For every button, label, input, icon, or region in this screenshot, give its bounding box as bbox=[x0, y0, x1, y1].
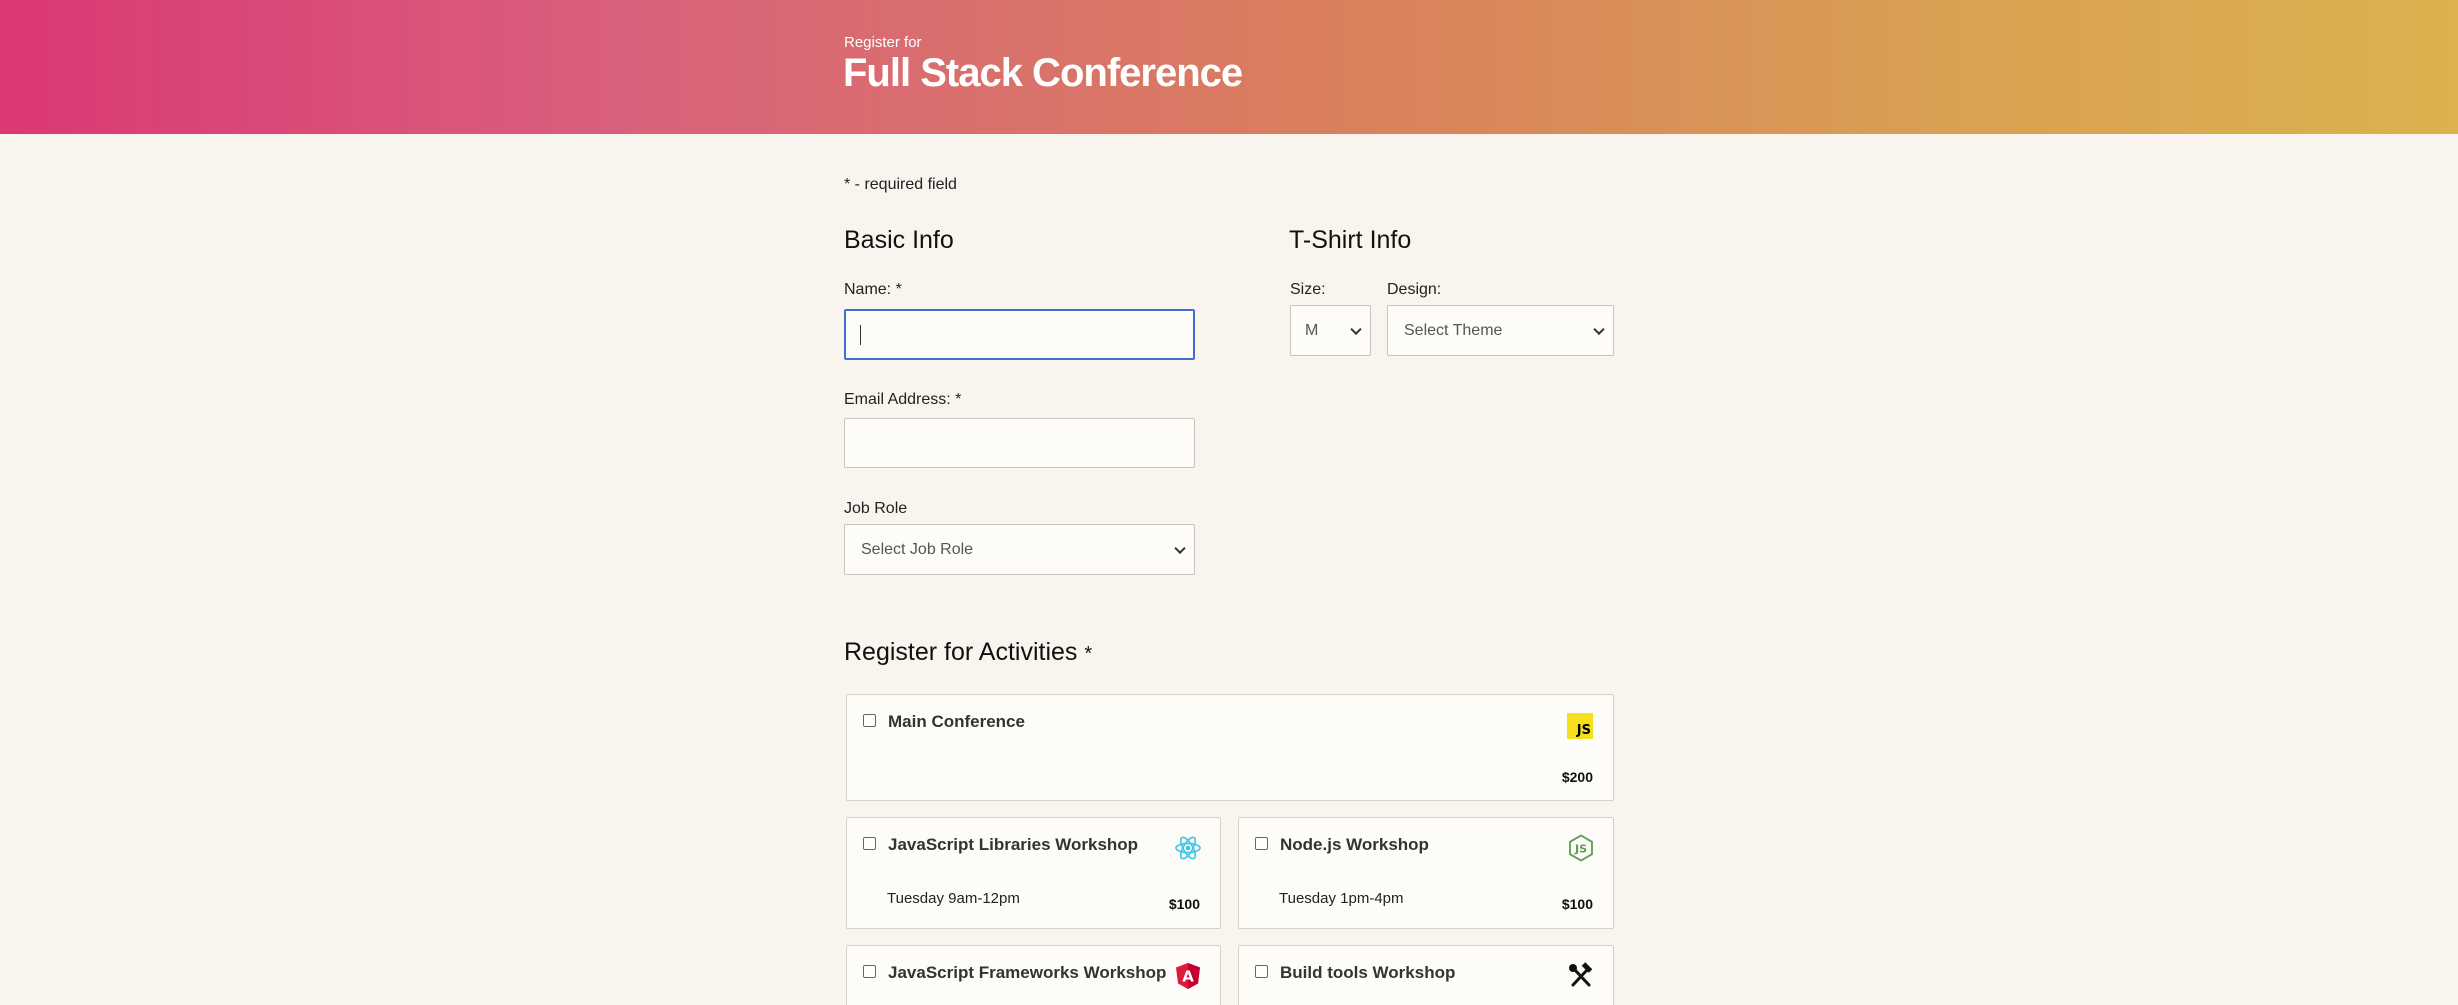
page-header: Register for Full Stack Conference bbox=[0, 0, 2458, 134]
activity-card-js-frameworks[interactable]: JavaScript Frameworks Workshop A bbox=[846, 945, 1221, 1005]
name-label: Name: * bbox=[844, 281, 902, 298]
email-label: Email Address: * bbox=[844, 391, 962, 408]
activities-heading: Register for Activities * bbox=[844, 638, 1092, 667]
header-pretitle: Register for bbox=[844, 34, 922, 51]
activity-checkbox[interactable] bbox=[863, 965, 876, 978]
activity-card-js-libraries[interactable]: JavaScript Libraries Workshop Tuesday 9a… bbox=[846, 817, 1221, 929]
basic-info-heading: Basic Info bbox=[844, 226, 954, 254]
activity-name: Node.js Workshop bbox=[1280, 835, 1429, 854]
js-icon: JS bbox=[1567, 713, 1593, 739]
tshirt-info-heading: T-Shirt Info bbox=[1289, 226, 1412, 254]
design-selected: Select Theme bbox=[1404, 321, 1503, 339]
required-mark: * bbox=[1084, 643, 1093, 665]
activity-name: JavaScript Libraries Workshop bbox=[888, 835, 1139, 854]
react-icon bbox=[1175, 836, 1201, 860]
chevron-down-icon bbox=[1350, 323, 1362, 335]
activity-card-nodejs[interactable]: Node.js Workshop JS Tuesday 1pm-4pm $100 bbox=[1238, 817, 1614, 929]
required-note: * - required field bbox=[844, 176, 957, 193]
chevron-down-icon bbox=[1174, 542, 1186, 554]
activity-price: $100 bbox=[1168, 896, 1200, 912]
angular-icon: A bbox=[1176, 963, 1200, 989]
page-title: Full Stack Conference bbox=[843, 51, 1243, 95]
email-input[interactable] bbox=[844, 418, 1195, 468]
text-caret bbox=[860, 325, 861, 345]
activity-card-build-tools[interactable]: Build tools Workshop bbox=[1238, 945, 1614, 1005]
size-label: Size: bbox=[1290, 281, 1326, 298]
activity-checkbox[interactable] bbox=[1255, 965, 1268, 978]
job-role-selected: Select Job Role bbox=[861, 540, 974, 558]
activity-card-main-conference[interactable]: Main Conference JS $200 bbox=[846, 694, 1614, 801]
activity-price: $200 bbox=[1561, 769, 1593, 785]
design-label: Design: bbox=[1387, 281, 1442, 298]
name-input[interactable] bbox=[844, 309, 1195, 360]
job-role-label: Job Role bbox=[844, 500, 908, 517]
size-selected: M bbox=[1305, 321, 1319, 339]
design-select[interactable]: Select Theme bbox=[1387, 305, 1614, 356]
activity-price: $100 bbox=[1561, 896, 1593, 912]
activity-name: Main Conference bbox=[888, 712, 1025, 731]
svg-text:JS: JS bbox=[1574, 843, 1587, 856]
nodejs-icon: JS bbox=[1569, 834, 1593, 862]
chevron-down-icon bbox=[1593, 323, 1605, 335]
activity-checkbox[interactable] bbox=[863, 837, 876, 850]
activity-time: Tuesday 1pm-4pm bbox=[1279, 890, 1404, 907]
activity-time: Tuesday 9am-12pm bbox=[887, 890, 1020, 907]
activity-name: Build tools Workshop bbox=[1280, 963, 1456, 982]
activity-checkbox[interactable] bbox=[863, 714, 876, 727]
tools-icon bbox=[1569, 962, 1593, 987]
activity-checkbox[interactable] bbox=[1255, 837, 1268, 850]
size-select[interactable]: M bbox=[1290, 305, 1371, 356]
activities-title: Register for Activities bbox=[844, 638, 1078, 666]
svg-text:A: A bbox=[1182, 968, 1194, 986]
activity-name: JavaScript Frameworks Workshop bbox=[888, 963, 1167, 982]
job-role-select[interactable]: Select Job Role bbox=[844, 524, 1195, 575]
